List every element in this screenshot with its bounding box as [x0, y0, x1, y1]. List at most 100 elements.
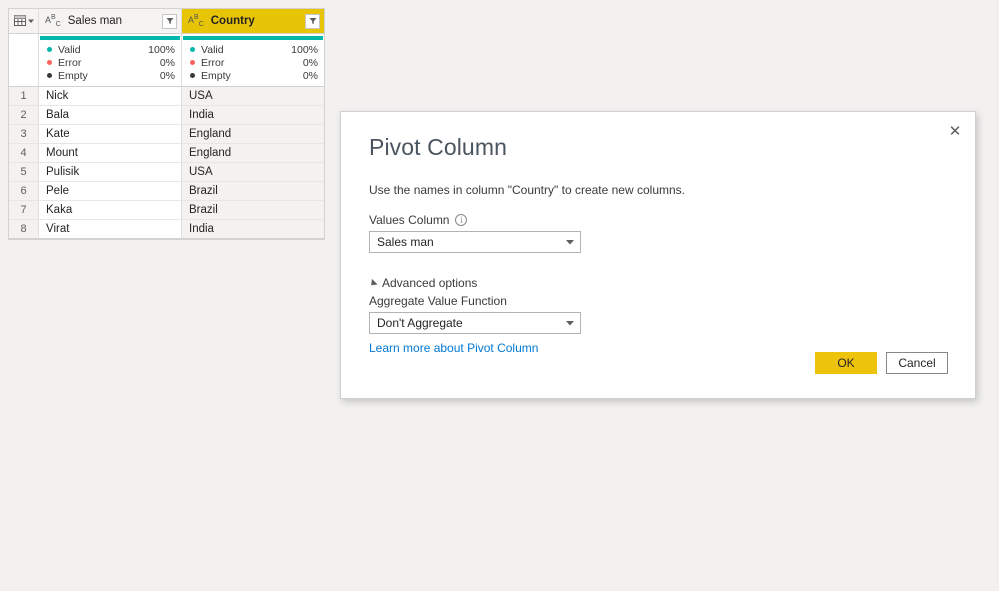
cell-country[interactable]: England: [182, 144, 324, 162]
valid-dot-icon: [47, 47, 52, 52]
quality-label: Empty: [201, 69, 231, 82]
learn-more-link[interactable]: Learn more about Pivot Column: [369, 341, 538, 355]
pivot-column-dialog: ✕ Pivot Column Use the names in column "…: [340, 111, 976, 399]
table-row[interactable]: 2 Bala India: [9, 106, 324, 125]
quality-row: Valid 100%: [190, 43, 318, 56]
cell-country[interactable]: India: [182, 220, 324, 238]
table-row[interactable]: 7 Kaka Brazil: [9, 201, 324, 220]
values-column-label: Values Column: [369, 213, 450, 228]
row-number: 8: [9, 220, 39, 238]
quality-value: 100%: [291, 43, 318, 56]
aggregate-value-function-label: Aggregate Value Function: [369, 294, 507, 309]
row-number: 7: [9, 201, 39, 219]
table-options-button[interactable]: [9, 9, 39, 33]
column-header-sales-man[interactable]: ABC Sales man: [39, 9, 182, 33]
column-header-label: Country: [210, 15, 255, 27]
row-number: 6: [9, 182, 39, 200]
dialog-footer: OK Cancel: [815, 352, 948, 374]
table-row[interactable]: 8 Virat India: [9, 220, 324, 239]
quality-value: 0%: [302, 56, 318, 69]
column-filter-button-sales-man[interactable]: [162, 13, 177, 29]
error-dot-icon: [190, 60, 195, 65]
cell-country[interactable]: USA: [182, 163, 324, 181]
quality-row: Error 0%: [47, 56, 175, 69]
row-number: 2: [9, 106, 39, 124]
column-header-country[interactable]: ABC Country: [182, 9, 324, 33]
close-icon[interactable]: ✕: [941, 118, 969, 144]
advanced-options-label: Advanced options: [382, 276, 478, 291]
cell-sales-man[interactable]: Pulisik: [39, 163, 182, 181]
cell-sales-man[interactable]: Kate: [39, 125, 182, 143]
cell-country[interactable]: Brazil: [182, 182, 324, 200]
dialog-description: Use the names in column "Country" to cre…: [369, 183, 685, 198]
quality-bar: [183, 36, 323, 40]
values-column-label-row: Values Column i: [369, 213, 947, 227]
values-column-select[interactable]: Sales man: [369, 231, 581, 254]
table-row[interactable]: 6 Pele Brazil: [9, 182, 324, 201]
row-number: 1: [9, 87, 39, 105]
ok-button[interactable]: OK: [815, 352, 877, 374]
values-column-selected-value: Sales man: [377, 235, 434, 250]
table-row[interactable]: 5 Pulisik USA: [9, 163, 324, 182]
quality-label: Empty: [58, 69, 88, 82]
column-filter-button-country[interactable]: [305, 13, 320, 29]
quality-label: Error: [201, 56, 225, 69]
cell-sales-man[interactable]: Mount: [39, 144, 182, 162]
cell-sales-man[interactable]: Virat: [39, 220, 182, 238]
row-number: 4: [9, 144, 39, 162]
quality-value: 100%: [148, 43, 175, 56]
error-dot-icon: [47, 60, 52, 65]
text-type-icon: ABC: [188, 14, 204, 28]
quality-row: Empty 0%: [47, 69, 175, 82]
cell-country[interactable]: USA: [182, 87, 324, 105]
quality-value: 0%: [302, 69, 318, 82]
cancel-button[interactable]: Cancel: [886, 352, 948, 374]
text-type-icon: ABC: [45, 14, 61, 28]
filter-icon: [166, 18, 173, 24]
row-number: 3: [9, 125, 39, 143]
quality-bar: [40, 36, 180, 40]
quality-rownum-spacer: [9, 34, 39, 86]
cell-country[interactable]: India: [182, 106, 324, 124]
quality-row: Empty 0%: [190, 69, 318, 82]
aggregate-label-row: Aggregate Value Function: [369, 294, 947, 308]
cell-sales-man[interactable]: Kaka: [39, 201, 182, 219]
column-quality-country: Valid 100% Error 0% Empty 0%: [182, 34, 324, 86]
quality-value: 0%: [159, 69, 175, 82]
table-row[interactable]: 4 Mount England: [9, 144, 324, 163]
info-icon[interactable]: i: [455, 214, 468, 227]
cell-country[interactable]: England: [182, 125, 324, 143]
quality-label: Valid: [58, 43, 81, 56]
cell-sales-man[interactable]: Pele: [39, 182, 182, 200]
aggregate-selected-value: Don't Aggregate: [377, 316, 463, 331]
quality-label: Valid: [201, 43, 224, 56]
cell-sales-man[interactable]: Bala: [39, 106, 182, 124]
chevron-down-icon: [27, 19, 34, 23]
empty-dot-icon: [190, 73, 195, 78]
filter-icon: [309, 18, 316, 24]
quality-row: Error 0%: [190, 56, 318, 69]
cell-country[interactable]: Brazil: [182, 201, 324, 219]
quality-label: Error: [58, 56, 82, 69]
empty-dot-icon: [47, 73, 52, 78]
quality-row: Valid 100%: [47, 43, 175, 56]
aggregate-value-function-select[interactable]: Don't Aggregate: [369, 312, 581, 335]
triangle-expanded-icon: [368, 278, 378, 288]
grid-header-row: ABC Sales man ABC Country: [9, 9, 324, 34]
dialog-title: Pivot Column: [369, 134, 507, 160]
dialog-body: Pivot Column Use the names in column "Co…: [341, 112, 975, 355]
chevron-down-icon: [560, 320, 580, 326]
column-quality-sales-man: Valid 100% Error 0% Empty 0%: [39, 34, 182, 86]
advanced-options-toggle[interactable]: Advanced options: [368, 276, 947, 291]
table-row[interactable]: 1 Nick USA: [9, 87, 324, 106]
column-header-label: Sales man: [67, 15, 123, 27]
row-number: 5: [9, 163, 39, 181]
cell-sales-man[interactable]: Nick: [39, 87, 182, 105]
quality-value: 0%: [159, 56, 175, 69]
table-row[interactable]: 3 Kate England: [9, 125, 324, 144]
column-quality-section: Valid 100% Error 0% Empty 0% Valid 100% …: [9, 34, 324, 87]
table-icon: [13, 15, 34, 27]
valid-dot-icon: [190, 47, 195, 52]
query-preview-grid: ABC Sales man ABC Country Valid 100% Err…: [8, 8, 325, 240]
chevron-down-icon: [560, 239, 580, 245]
